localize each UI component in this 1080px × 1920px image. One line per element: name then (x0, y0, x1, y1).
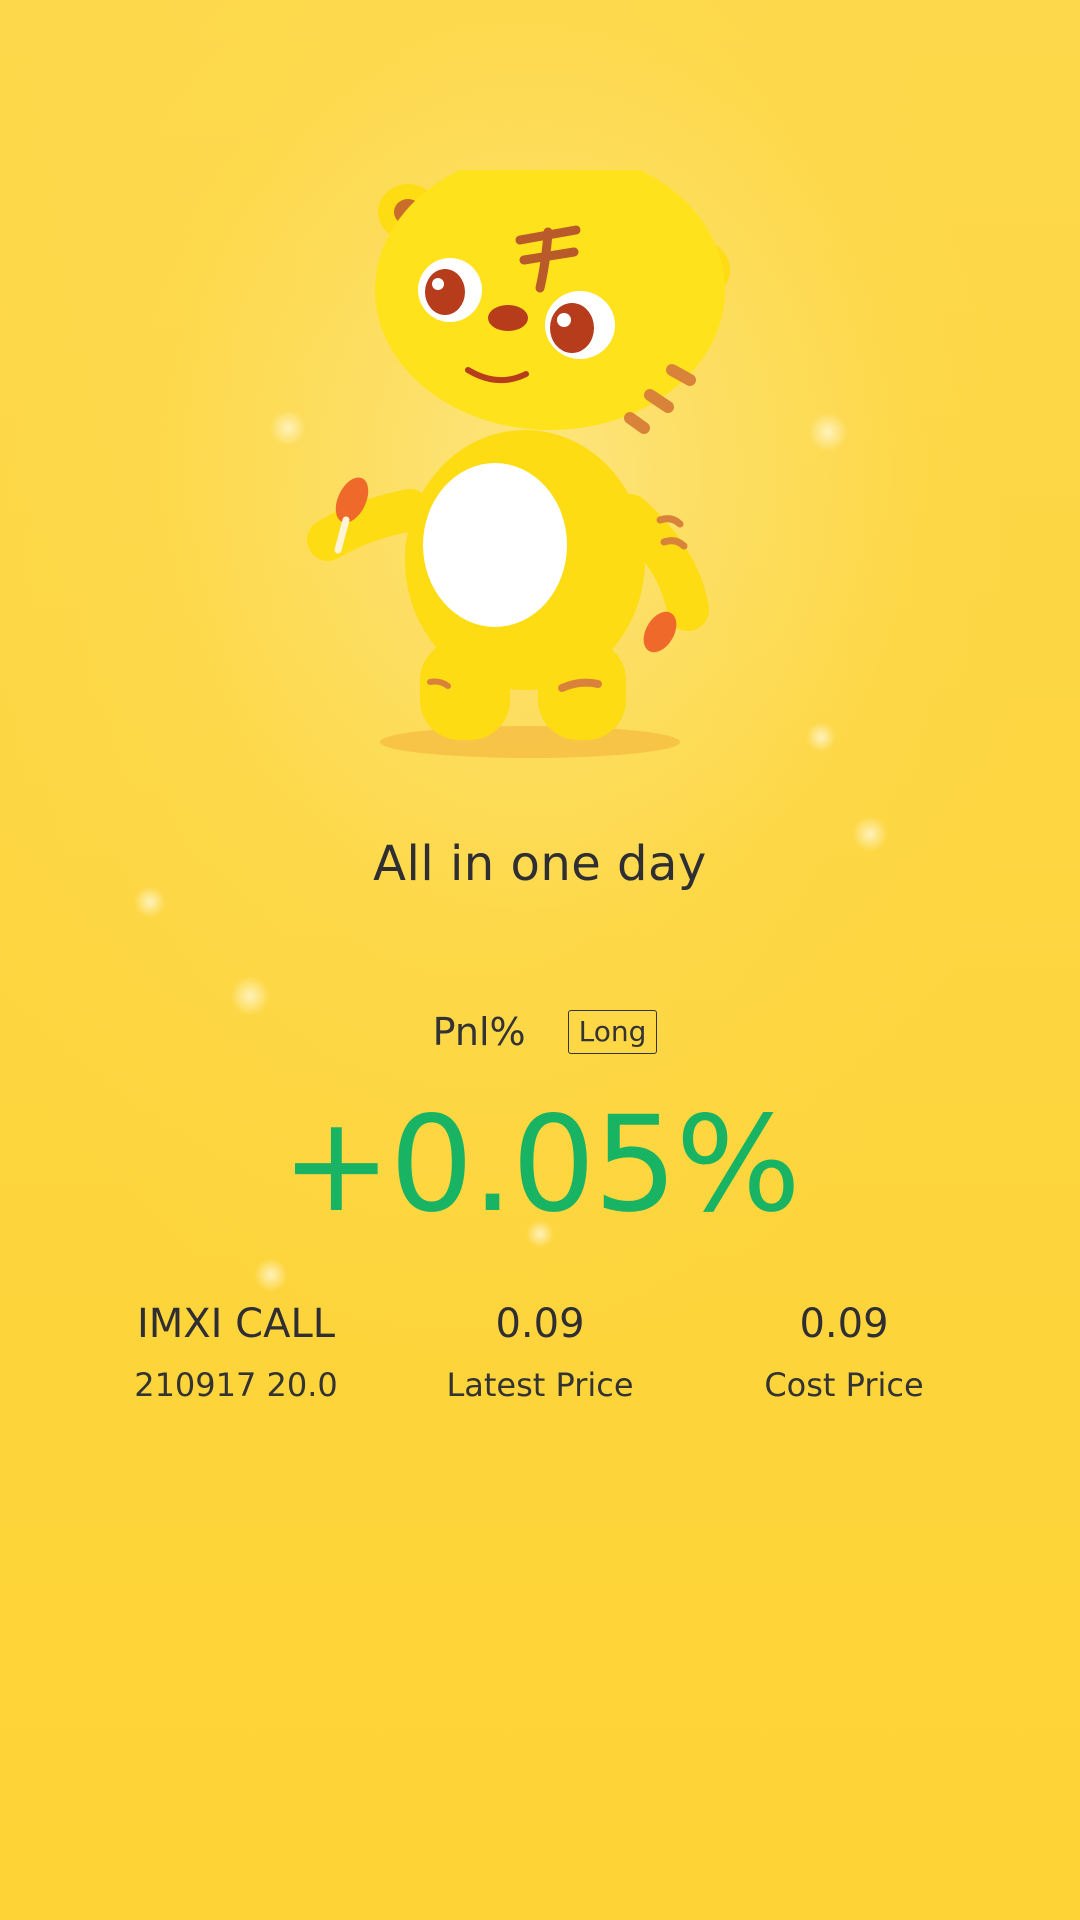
sparkle-decoration (808, 412, 848, 452)
sparkle-decoration (806, 722, 836, 752)
contract-detail: 210917 20.0 (134, 1366, 338, 1404)
latest-price-label: Latest Price (446, 1366, 634, 1404)
cost-price-value: 0.09 (799, 1301, 889, 1347)
cost-price-stat: 0.09 Cost Price (694, 1296, 994, 1404)
page-title: All in one day (373, 836, 707, 892)
cost-price-label: Cost Price (764, 1366, 924, 1404)
sparkle-decoration (254, 1258, 288, 1292)
pnl-percentage: +0.05% (281, 1088, 801, 1242)
tiger-mascot-icon (307, 170, 730, 758)
latest-price-stat: 0.09 Latest Price (390, 1296, 690, 1404)
position-direction-badge: Long (567, 1010, 658, 1054)
latest-price-value: 0.09 (495, 1301, 585, 1347)
pnl-header: Pnl% Long (0, 1010, 1080, 1054)
contract-info: IMXI CALL 210917 20.0 (86, 1296, 386, 1404)
contract-name: IMXI CALL (136, 1301, 336, 1347)
pnl-label: Pnl% (432, 1010, 526, 1054)
